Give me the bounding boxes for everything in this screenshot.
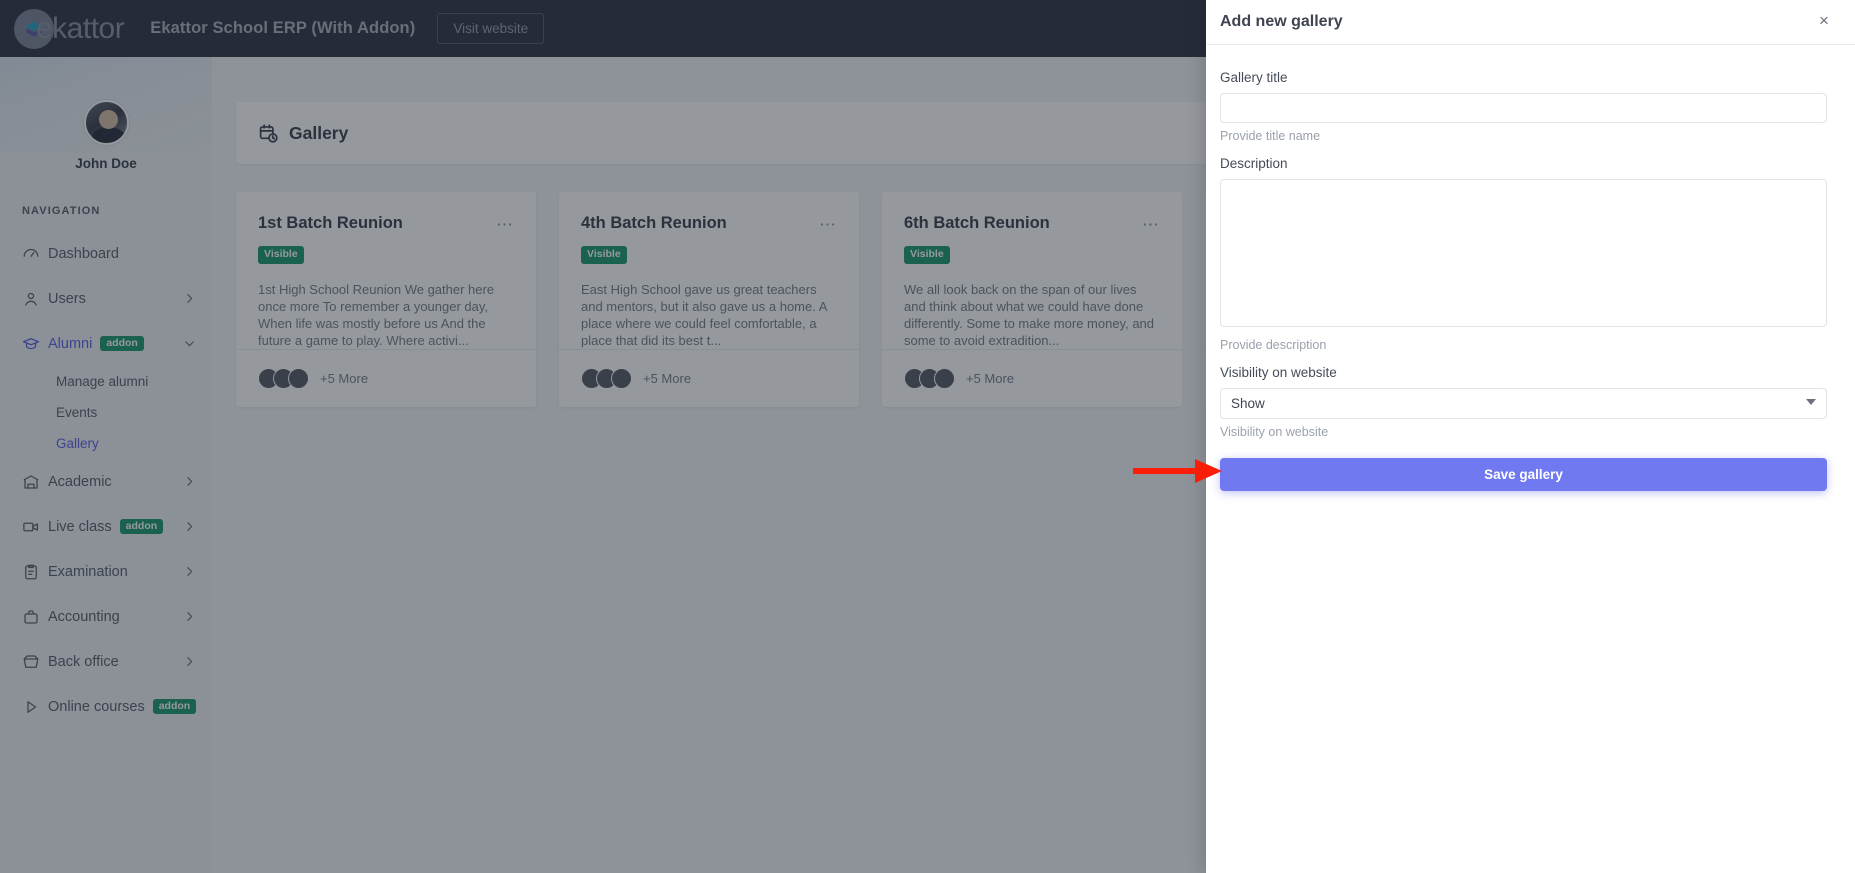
description-label: Description bbox=[1220, 156, 1827, 171]
description-textarea[interactable] bbox=[1220, 179, 1827, 327]
add-gallery-panel: Add new gallery × Gallery title Provide … bbox=[1206, 0, 1855, 873]
gallery-title-input[interactable] bbox=[1220, 93, 1827, 123]
visibility-select[interactable]: ShowHide bbox=[1220, 388, 1827, 419]
save-gallery-button[interactable]: Save gallery bbox=[1220, 458, 1827, 491]
description-help: Provide description bbox=[1220, 338, 1827, 352]
gallery-title-label: Gallery title bbox=[1220, 70, 1827, 85]
panel-title: Add new gallery bbox=[1220, 13, 1343, 31]
panel-body: Gallery title Provide title name Descrip… bbox=[1206, 45, 1855, 491]
visibility-label: Visibility on website bbox=[1220, 365, 1827, 380]
visibility-select-wrapper: ShowHide bbox=[1220, 388, 1827, 419]
annotation-arrow bbox=[1133, 456, 1223, 486]
gallery-title-help: Provide title name bbox=[1220, 129, 1827, 143]
panel-header: Add new gallery × bbox=[1206, 0, 1855, 45]
visibility-help: Visibility on website bbox=[1220, 425, 1827, 439]
close-icon[interactable]: × bbox=[1815, 13, 1833, 31]
